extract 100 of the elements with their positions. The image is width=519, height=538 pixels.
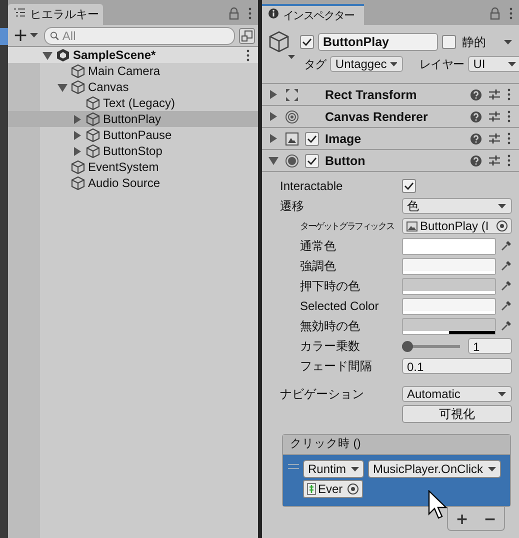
eyedropper-icon — [500, 260, 512, 272]
tag-label: タグ — [304, 58, 326, 72]
field-label: カラー乗数 — [300, 338, 360, 354]
help-icon — [470, 88, 482, 100]
slider-thumb[interactable] — [402, 340, 413, 352]
dropdown[interactable]: 色 — [402, 198, 512, 214]
field-label: 遷移 — [280, 198, 304, 214]
enable-checkbox[interactable] — [305, 154, 319, 168]
presets-icon — [488, 154, 501, 167]
checkbox[interactable] — [402, 179, 416, 193]
inspector-tab[interactable]: インスペクター — [262, 4, 364, 25]
field-label: 通常色 — [300, 238, 336, 254]
caret-icon — [30, 33, 38, 38]
tree-item[interactable]: ButtonPlay — [8, 111, 258, 127]
active-checkbox[interactable] — [300, 35, 314, 49]
function-dropdown[interactable]: MusicPlayer.OnClick — [368, 460, 501, 478]
field-label: ナビゲーション — [280, 386, 364, 402]
caret-icon — [498, 392, 506, 396]
presets-icon — [488, 132, 501, 145]
layer-dropdown[interactable]: UI — [468, 56, 519, 72]
scene-search-icon — [239, 28, 255, 44]
visualize-button[interactable]: 可視化 — [402, 405, 512, 423]
component-title: Button — [325, 154, 366, 168]
cube-icon — [71, 160, 85, 174]
field-label: Selected Color — [300, 299, 379, 313]
search-field[interactable]: All — [62, 28, 234, 42]
menu-icon — [507, 110, 511, 123]
dropdown[interactable]: Automatic — [402, 386, 512, 402]
cube-icon — [86, 96, 100, 110]
number-field[interactable]: 1 — [468, 338, 512, 354]
eyedropper-icon — [500, 320, 512, 332]
add-button[interactable]: + — [452, 510, 472, 528]
menu-icon — [507, 132, 511, 145]
image-icon — [285, 132, 299, 146]
color-field[interactable] — [402, 318, 496, 334]
list-icon — [14, 8, 25, 16]
tree-item[interactable]: ButtonStop — [8, 143, 258, 159]
search-icon — [50, 30, 60, 40]
component-header[interactable]: Image — [262, 128, 519, 150]
scene-item[interactable]: SampleScene* — [8, 47, 258, 63]
menu-icon — [246, 48, 250, 62]
help-icon — [470, 110, 482, 122]
tree-item[interactable]: Main Camera — [8, 63, 258, 79]
menu-icon — [507, 154, 511, 167]
caret-icon — [508, 62, 516, 66]
hierarchy-tab[interactable]: ヒエラルキー — [8, 4, 103, 25]
number-field[interactable]: 0.1 — [402, 358, 512, 374]
tree-item[interactable]: Text (Legacy) — [8, 95, 258, 111]
help-icon — [470, 132, 482, 144]
add-button[interactable]: + — [11, 26, 40, 44]
scene-name: SampleScene* — [73, 48, 157, 62]
static-label: 静的 — [462, 34, 486, 50]
lock-icon — [489, 7, 501, 20]
field-label: Interactable — [280, 179, 343, 193]
component-header[interactable]: Button — [262, 150, 519, 172]
static-checkbox[interactable] — [442, 35, 456, 49]
check-icon — [301, 36, 313, 48]
tree-item[interactable]: Canvas — [8, 79, 258, 95]
cube-icon — [86, 128, 100, 142]
tree-item[interactable]: EventSystem — [8, 159, 258, 175]
tag-dropdown[interactable]: Untaggec — [330, 56, 404, 72]
runtime-dropdown[interactable]: Runtim — [303, 460, 364, 478]
eyedropper-icon — [500, 300, 512, 312]
image-icon — [406, 220, 418, 232]
component-title: Image — [325, 132, 362, 146]
color-field[interactable] — [402, 258, 496, 274]
component-header[interactable]: Rect Transform — [262, 84, 519, 106]
tree-item[interactable]: Audio Source — [8, 175, 258, 191]
event-entry[interactable]: Runtim MusicPlayer.OnClick Ever — [283, 455, 510, 506]
search-field[interactable]: All — [44, 26, 235, 44]
cube-icon — [71, 176, 85, 190]
cube-icon — [86, 144, 100, 158]
event-header: クリック時 () — [283, 435, 510, 455]
name-field[interactable]: ButtonPlay — [318, 33, 438, 51]
caret-icon — [390, 62, 398, 66]
field-label: ターゲットグラフィックス — [300, 220, 394, 232]
remove-button[interactable]: − — [480, 510, 500, 528]
enable-checkbox[interactable] — [305, 132, 319, 146]
target-icon — [496, 220, 508, 232]
color-field[interactable] — [402, 298, 496, 314]
script-icon — [307, 483, 316, 495]
help-icon — [470, 154, 482, 166]
cube-icon — [71, 64, 85, 78]
field-label: 押下時の色 — [300, 278, 360, 294]
cursor-icon — [428, 490, 448, 520]
object-field[interactable]: ButtonPlay (I — [402, 218, 512, 234]
drag-handle-icon — [288, 464, 299, 469]
caret-icon — [498, 204, 506, 208]
target-icon — [347, 483, 359, 495]
color-field[interactable] — [402, 278, 496, 294]
object-cube-icon — [268, 31, 296, 61]
presets-icon — [488, 110, 501, 123]
tree-item[interactable]: ButtonPause — [8, 127, 258, 143]
menu-icon — [248, 7, 252, 20]
object-field[interactable]: Ever — [303, 480, 363, 498]
info-icon — [268, 8, 279, 18]
radio-icon — [285, 154, 299, 168]
component-header[interactable]: Canvas Renderer — [262, 106, 519, 128]
color-field[interactable] — [402, 238, 496, 254]
presets-icon — [488, 88, 501, 101]
